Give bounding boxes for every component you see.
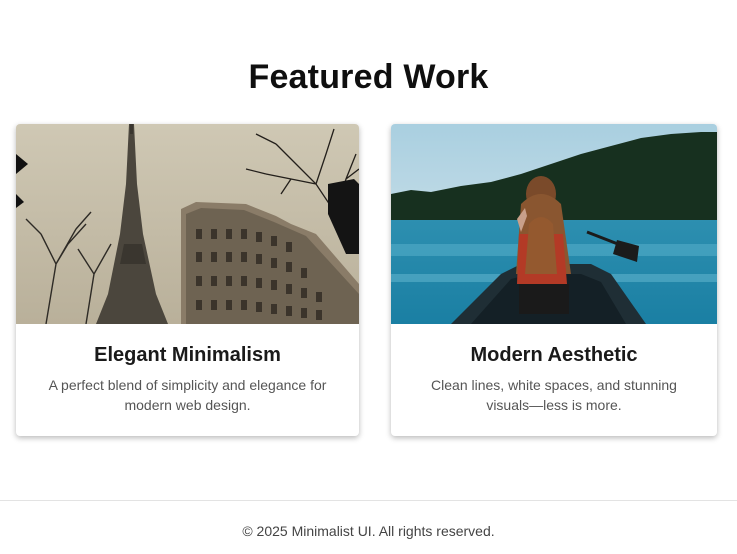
card-modern-aesthetic[interactable]: Modern Aesthetic Clean lines, white spac… bbox=[391, 124, 717, 436]
card-title: Modern Aesthetic bbox=[470, 344, 638, 366]
card-elegant-minimalism[interactable]: Elegant Minimalism A perfect blend of si… bbox=[16, 124, 359, 436]
card-description: Clean lines, white spaces, and stunning … bbox=[431, 377, 677, 413]
page: Featured Work Elegant Minimalism A perfe… bbox=[0, 0, 737, 554]
card-description: A perfect blend of simplicity and elegan… bbox=[48, 377, 327, 413]
eiffel-tower-image bbox=[16, 124, 359, 324]
footer: © 2025 Minimalist UI. All rights reserve… bbox=[0, 500, 737, 554]
footer-copyright: © 2025 Minimalist UI. All rights reserve… bbox=[242, 523, 495, 539]
canoe-lake-image bbox=[391, 124, 717, 324]
card-title: Elegant Minimalism bbox=[94, 344, 281, 366]
page-title: Featured Work bbox=[248, 58, 489, 96]
